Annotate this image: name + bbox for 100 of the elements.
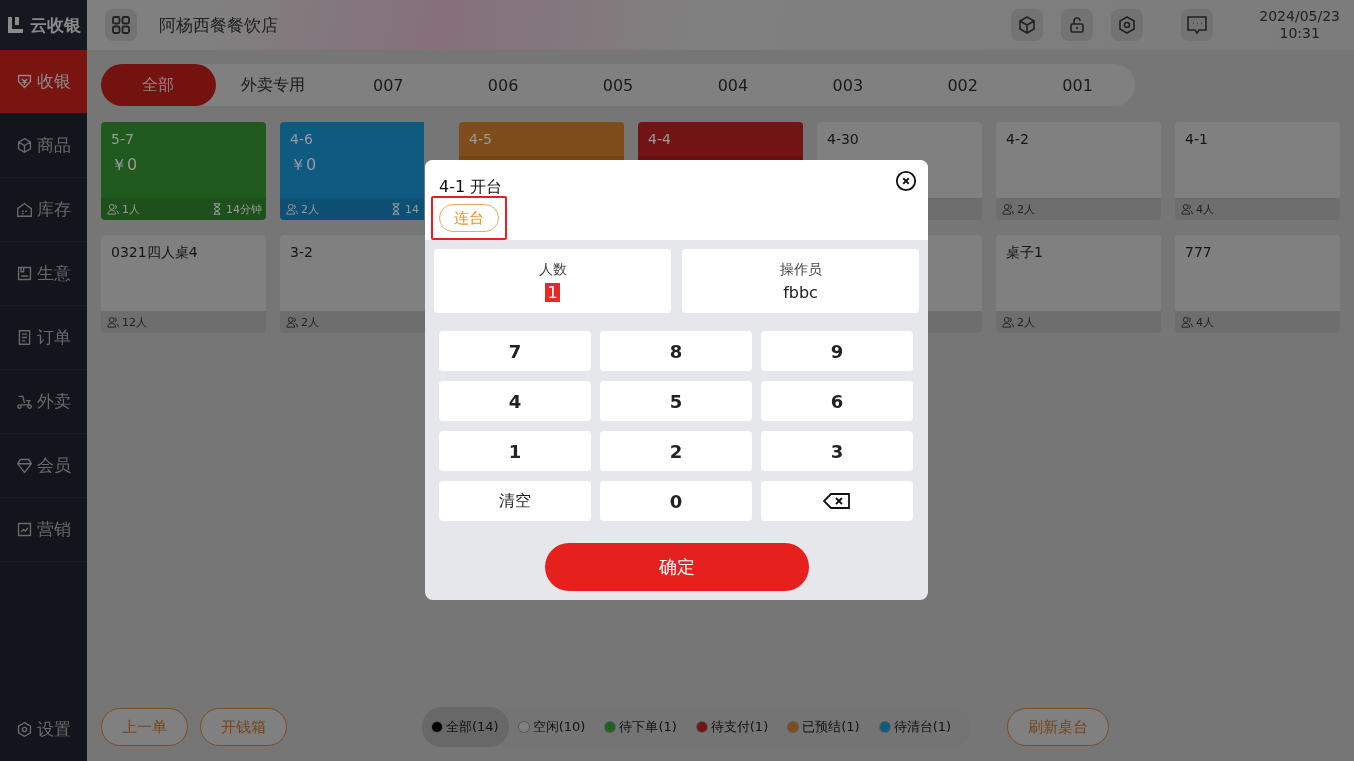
- elapsed-time: 14: [405, 202, 419, 216]
- date-text: 2024/05/23: [1259, 8, 1340, 25]
- area-tab[interactable]: 外卖专用: [215, 64, 331, 106]
- people-icon: [1002, 203, 1014, 215]
- status-filter[interactable]: 全部(14): [422, 707, 509, 747]
- table-card[interactable]: 4-2 2人: [996, 122, 1161, 220]
- app-logo: 云收银: [29, 13, 81, 37]
- guest-count: 1人: [122, 201, 140, 217]
- store-name: 阿杨西餐餐饮店: [159, 13, 278, 37]
- message-button[interactable]: [1181, 9, 1214, 41]
- guest-count: 2人: [301, 314, 319, 330]
- number-key[interactable]: 1: [439, 431, 591, 471]
- number-key[interactable]: 4: [439, 381, 591, 421]
- field-label: 人数: [538, 260, 567, 279]
- field-value: 1: [545, 282, 560, 302]
- chat-icon: [1186, 15, 1209, 35]
- filter-label: 全部(14): [446, 718, 499, 736]
- backspace-key[interactable]: [761, 481, 913, 521]
- table-name: 0321四人桌4: [111, 244, 199, 262]
- table-card[interactable]: 4-5: [459, 122, 624, 160]
- area-tab[interactable]: 002: [905, 64, 1021, 106]
- filter-label: 待支付(1): [710, 718, 769, 736]
- lock-button[interactable]: [1061, 9, 1094, 41]
- status-filter[interactable]: 空闲(10): [508, 707, 596, 747]
- apps-button[interactable]: [105, 9, 137, 41]
- status-filter[interactable]: 待支付(1): [686, 707, 779, 747]
- settings-icon: [1117, 15, 1138, 35]
- area-tab[interactable]: 005: [560, 64, 676, 106]
- table-name: 777: [1185, 244, 1213, 260]
- table-card[interactable]: 桌子1 2人: [996, 235, 1161, 333]
- close-icon[interactable]: [895, 170, 917, 192]
- table-name: 3-2: [290, 244, 314, 260]
- number-key[interactable]: 7: [439, 331, 591, 371]
- area-tab[interactable]: 003: [790, 64, 906, 106]
- filter-label: 待下单(1): [619, 718, 677, 736]
- menu-item-icon: [16, 521, 33, 538]
- input-field[interactable]: 操作员 fbbc: [682, 249, 919, 313]
- table-card[interactable]: 4-1 4人: [1175, 122, 1340, 220]
- cube-icon: [1017, 15, 1038, 35]
- area-tab[interactable]: 007: [330, 64, 446, 106]
- table-name: 桌子1: [1006, 244, 1044, 262]
- area-tab[interactable]: 006: [445, 64, 561, 106]
- table-card[interactable]: 0321四人桌4 12人: [101, 235, 266, 333]
- filter-label: 空闲(10): [532, 718, 586, 736]
- cube-button[interactable]: [1011, 9, 1044, 41]
- hourglass-icon: [390, 203, 402, 215]
- area-tab[interactable]: 001: [1020, 64, 1135, 106]
- people-icon: [107, 203, 119, 215]
- confirm-button[interactable]: 确定: [544, 543, 809, 591]
- clear-key[interactable]: 清空: [439, 481, 591, 521]
- input-field[interactable]: 人数 1: [434, 249, 671, 313]
- grid-icon: [111, 15, 131, 35]
- number-key[interactable]: 3: [761, 431, 913, 471]
- settings-icon: [16, 720, 33, 738]
- guest-count: 12人: [122, 314, 147, 330]
- status-filter[interactable]: 待清台(1): [869, 707, 962, 747]
- people-icon: [1181, 316, 1193, 328]
- number-key[interactable]: 8: [600, 331, 752, 371]
- menu-item-icon: [16, 201, 33, 218]
- table-name: 4-6: [290, 131, 314, 147]
- menu-item-icon: [16, 329, 33, 346]
- status-filter[interactable]: 待下单(1): [595, 707, 687, 747]
- menu-item-icon: [16, 137, 33, 154]
- people-icon: [1002, 316, 1014, 328]
- number-key[interactable]: 5: [600, 381, 752, 421]
- dialog-title: 4-1 开台: [439, 177, 503, 198]
- elapsed-time: 14分钟: [226, 201, 262, 217]
- table-card[interactable]: 4-4: [638, 122, 803, 160]
- menu-item-icon: [16, 73, 33, 90]
- table-card[interactable]: 4-6 ￥0 2人 14: [280, 122, 424, 220]
- guest-count: 4人: [1196, 201, 1214, 217]
- guest-count: 2人: [1017, 314, 1035, 330]
- people-icon: [286, 203, 298, 215]
- settings-item[interactable]: 设置: [0, 697, 87, 761]
- settings-button[interactable]: [1111, 9, 1144, 41]
- table-name: 4-30: [827, 131, 860, 147]
- number-key[interactable]: 0: [600, 481, 752, 521]
- table-name: 5-7: [111, 131, 135, 147]
- filter-label: 已预结(1): [802, 718, 860, 736]
- table-name: 4-1: [1185, 131, 1209, 147]
- table-name: 4-5: [469, 131, 493, 147]
- guest-count: 2人: [301, 201, 319, 217]
- area-tab[interactable]: 004: [675, 64, 791, 106]
- sidebar-item[interactable]: 收银: [0, 50, 87, 114]
- number-key[interactable]: 6: [761, 381, 913, 421]
- backspace-icon: [823, 493, 851, 509]
- table-card[interactable]: 5-7 ￥0 1人 14分钟: [101, 122, 266, 220]
- filter-label: 待清台(1): [893, 718, 952, 736]
- table-amount: ￥0: [111, 155, 139, 176]
- number-key[interactable]: 9: [761, 331, 913, 371]
- join-tables-button[interactable]: 连台: [439, 204, 499, 232]
- status-filter[interactable]: 已预结(1): [778, 707, 870, 747]
- number-key[interactable]: 2: [600, 431, 752, 471]
- field-value: fbbc: [782, 282, 819, 302]
- table-name: 4-2: [1006, 131, 1030, 147]
- table-card[interactable]: 777 4人: [1175, 235, 1340, 333]
- menu-item-icon: [16, 457, 33, 474]
- hourglass-icon: [211, 203, 223, 215]
- table-name: 4-4: [648, 131, 672, 147]
- area-tab[interactable]: 全部: [101, 64, 216, 106]
